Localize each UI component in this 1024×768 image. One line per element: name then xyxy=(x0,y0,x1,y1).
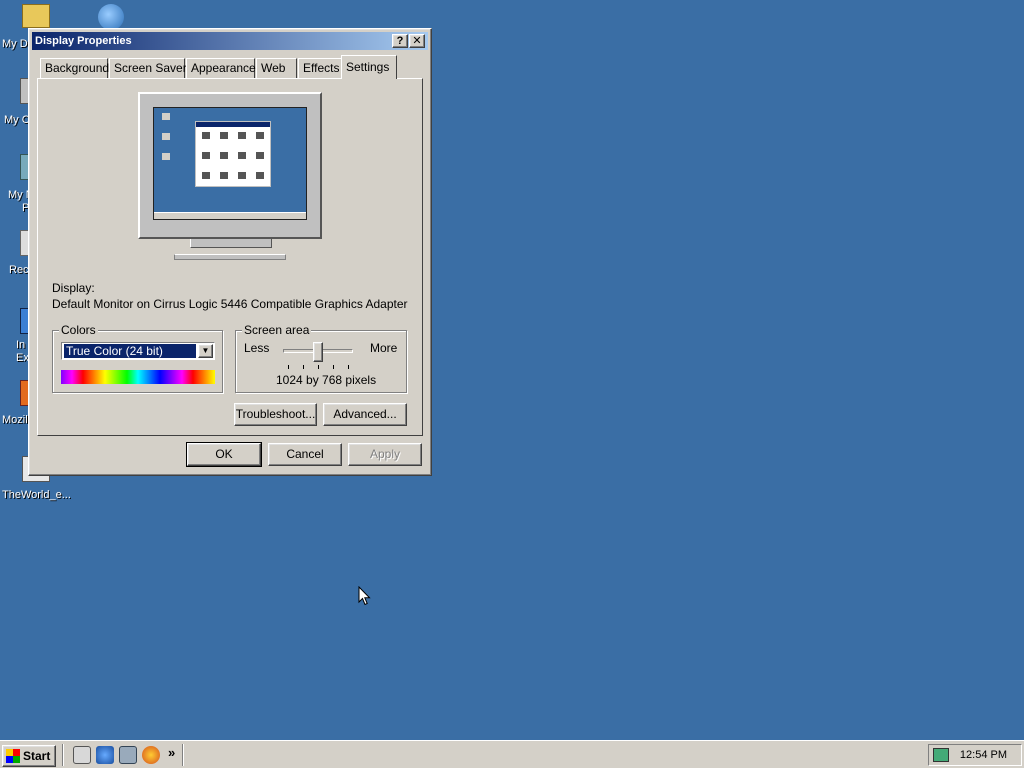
colors-dropdown[interactable]: True Color (24 bit) ▼ xyxy=(61,342,215,360)
close-button[interactable]: ✕ xyxy=(409,34,425,48)
tab-screen-saver[interactable]: Screen Saver xyxy=(109,58,187,78)
colors-group-title: Colors xyxy=(59,323,98,337)
cancel-button-label: Cancel xyxy=(286,447,324,461)
advanced-button-label: Advanced... xyxy=(333,407,397,421)
tab-effects[interactable]: Effects xyxy=(298,58,342,78)
start-button[interactable]: Start xyxy=(2,745,56,767)
clock[interactable]: 12:54 PM xyxy=(960,749,1007,761)
quicklaunch-more-icon[interactable]: » xyxy=(168,745,175,760)
troubleshoot-button[interactable]: Troubleshoot... xyxy=(234,403,317,426)
color-spectrum-bar xyxy=(61,370,215,384)
display-adapter-text: Default Monitor on Cirrus Logic 5446 Com… xyxy=(52,297,408,311)
cancel-button[interactable]: Cancel xyxy=(268,443,342,466)
resolution-text: 1024 by 768 pixels xyxy=(276,373,377,387)
slider-tick xyxy=(333,365,334,369)
troubleshoot-button-label: Troubleshoot... xyxy=(235,407,316,421)
mini-taskbar xyxy=(154,212,306,219)
advanced-button[interactable]: Advanced... xyxy=(323,403,407,426)
colors-selected-value: True Color (24 bit) xyxy=(63,343,197,359)
taskbar-separator xyxy=(62,744,64,766)
dialog-title: Display Properties xyxy=(35,35,132,47)
monitor-stand xyxy=(190,239,272,248)
apply-button-label: Apply xyxy=(369,447,401,461)
start-label: Start xyxy=(23,749,51,763)
desktop-icon-label: Rec xyxy=(9,264,29,276)
desktop-icon-label: In xyxy=(16,339,26,351)
tab-appearance[interactable]: Appearance xyxy=(186,58,256,78)
taskbar: Start » 12:54 PM xyxy=(0,740,1024,768)
ok-button-label: OK xyxy=(215,447,233,461)
system-tray: 12:54 PM xyxy=(928,744,1022,766)
slider-tick xyxy=(288,365,289,369)
apply-button[interactable]: Apply xyxy=(348,443,422,466)
monitor-preview xyxy=(138,92,322,239)
desktop-icon-label: Ex xyxy=(16,352,29,364)
dialog-title-bar[interactable]: Display Properties ? ✕ xyxy=(32,32,428,50)
desktop-icon-label: TheWorld_e... xyxy=(2,489,71,501)
network-quicklaunch-icon[interactable] xyxy=(119,746,137,764)
mini-desktop-icon xyxy=(162,113,170,120)
mini-desktop-icon xyxy=(162,133,170,140)
network-globe-icon[interactable] xyxy=(98,4,124,30)
slider-tick xyxy=(348,365,349,369)
network-tray-icon[interactable] xyxy=(933,748,949,762)
taskbar-separator xyxy=(182,744,184,766)
windows-logo-icon xyxy=(6,749,20,763)
tab-settings[interactable]: Settings xyxy=(341,55,397,79)
chevron-down-icon[interactable]: ▼ xyxy=(198,344,213,358)
show-desktop-icon[interactable] xyxy=(73,746,91,764)
screen-area-slider-thumb[interactable] xyxy=(313,342,323,362)
ok-button[interactable]: OK xyxy=(186,442,262,467)
mouse-cursor-icon xyxy=(358,586,371,606)
folder-icon xyxy=(22,4,50,28)
desktop-icon-label: My C xyxy=(4,114,30,126)
help-button[interactable]: ? xyxy=(392,34,408,48)
screen-area-group-title: Screen area xyxy=(242,323,312,337)
slider-less-label: Less xyxy=(244,341,270,355)
mini-window xyxy=(195,121,271,187)
tab-web[interactable]: Web xyxy=(256,58,297,78)
tab-background[interactable]: Background xyxy=(40,58,109,78)
firefox-quicklaunch-icon[interactable] xyxy=(142,746,160,764)
monitor-base xyxy=(174,254,286,260)
mini-desktop-icon xyxy=(162,153,170,160)
desktop-icon-label: Mozill xyxy=(2,414,31,426)
slider-tick xyxy=(303,365,304,369)
display-label: Display: xyxy=(52,281,95,295)
preview-screen xyxy=(153,107,307,220)
slider-tick xyxy=(318,365,319,369)
internet-explorer-quicklaunch-icon[interactable] xyxy=(96,746,114,764)
slider-more-label: More xyxy=(370,341,398,355)
